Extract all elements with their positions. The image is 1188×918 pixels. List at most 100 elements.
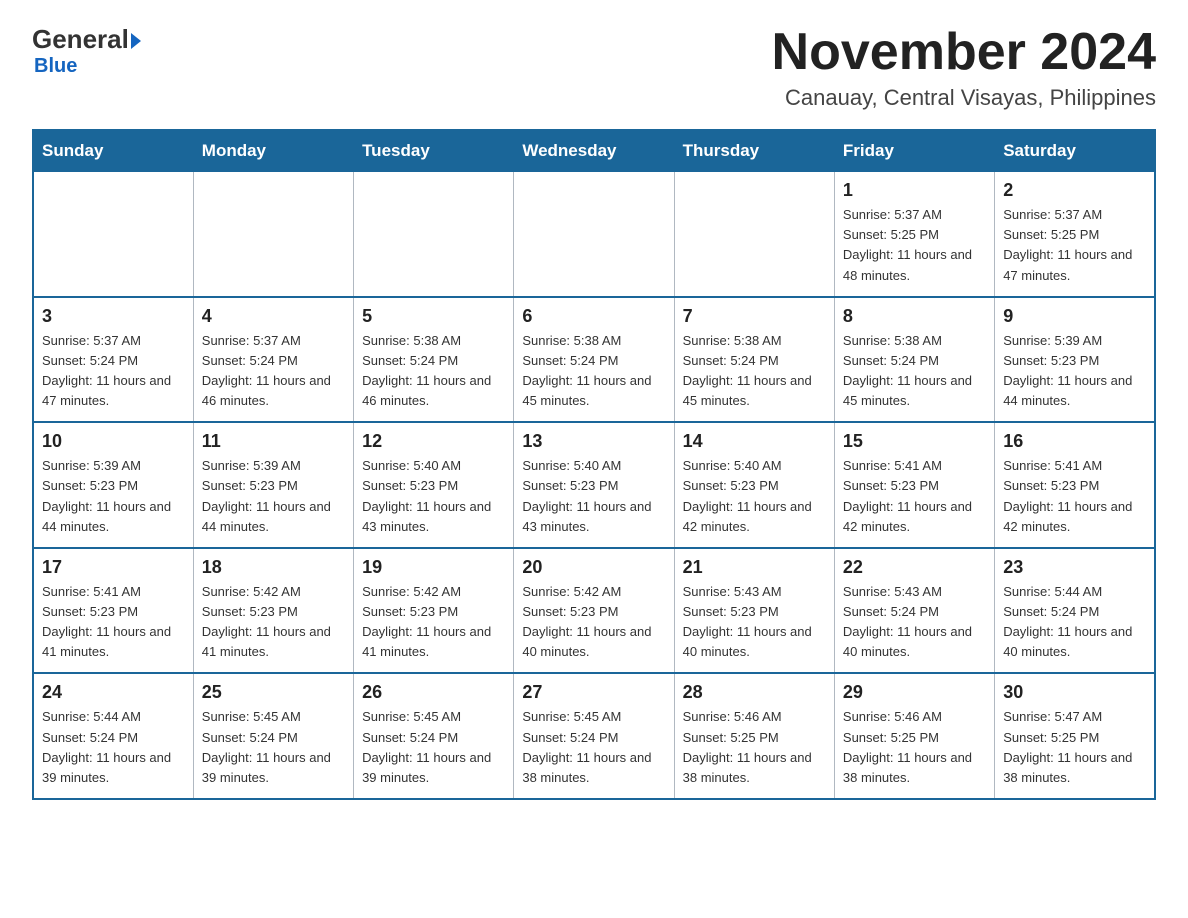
calendar-cell [354, 172, 514, 297]
weekday-header-sunday: Sunday [33, 130, 193, 172]
day-number: 18 [202, 557, 345, 578]
day-number: 7 [683, 306, 826, 327]
month-title: November 2024 [772, 24, 1156, 81]
calendar-week-row: 24 Sunrise: 5:44 AMSunset: 5:24 PMDaylig… [33, 673, 1155, 799]
day-number: 2 [1003, 180, 1146, 201]
calendar-cell: 23 Sunrise: 5:44 AMSunset: 5:24 PMDaylig… [995, 548, 1155, 674]
day-info: Sunrise: 5:39 AMSunset: 5:23 PMDaylight:… [42, 458, 171, 533]
day-number: 14 [683, 431, 826, 452]
calendar-cell: 16 Sunrise: 5:41 AMSunset: 5:23 PMDaylig… [995, 422, 1155, 548]
weekday-header-saturday: Saturday [995, 130, 1155, 172]
day-number: 22 [843, 557, 986, 578]
day-info: Sunrise: 5:46 AMSunset: 5:25 PMDaylight:… [683, 709, 812, 784]
day-number: 8 [843, 306, 986, 327]
day-info: Sunrise: 5:43 AMSunset: 5:23 PMDaylight:… [683, 584, 812, 659]
day-number: 13 [522, 431, 665, 452]
calendar-cell: 8 Sunrise: 5:38 AMSunset: 5:24 PMDayligh… [834, 297, 994, 423]
calendar-cell: 7 Sunrise: 5:38 AMSunset: 5:24 PMDayligh… [674, 297, 834, 423]
day-number: 4 [202, 306, 345, 327]
day-number: 19 [362, 557, 505, 578]
day-number: 17 [42, 557, 185, 578]
day-info: Sunrise: 5:41 AMSunset: 5:23 PMDaylight:… [1003, 458, 1132, 533]
calendar-week-row: 10 Sunrise: 5:39 AMSunset: 5:23 PMDaylig… [33, 422, 1155, 548]
day-info: Sunrise: 5:37 AMSunset: 5:24 PMDaylight:… [42, 333, 171, 408]
day-number: 28 [683, 682, 826, 703]
day-number: 5 [362, 306, 505, 327]
day-info: Sunrise: 5:38 AMSunset: 5:24 PMDaylight:… [362, 333, 491, 408]
calendar-cell: 18 Sunrise: 5:42 AMSunset: 5:23 PMDaylig… [193, 548, 353, 674]
day-info: Sunrise: 5:43 AMSunset: 5:24 PMDaylight:… [843, 584, 972, 659]
calendar-table: SundayMondayTuesdayWednesdayThursdayFrid… [32, 129, 1156, 800]
calendar-cell: 13 Sunrise: 5:40 AMSunset: 5:23 PMDaylig… [514, 422, 674, 548]
logo-arrow-icon [131, 33, 141, 49]
day-info: Sunrise: 5:37 AMSunset: 5:24 PMDaylight:… [202, 333, 331, 408]
day-number: 10 [42, 431, 185, 452]
calendar-cell: 30 Sunrise: 5:47 AMSunset: 5:25 PMDaylig… [995, 673, 1155, 799]
calendar-cell: 12 Sunrise: 5:40 AMSunset: 5:23 PMDaylig… [354, 422, 514, 548]
calendar-cell: 2 Sunrise: 5:37 AMSunset: 5:25 PMDayligh… [995, 172, 1155, 297]
logo[interactable]: General Blue [32, 24, 141, 78]
weekday-header-monday: Monday [193, 130, 353, 172]
day-number: 15 [843, 431, 986, 452]
calendar-cell [193, 172, 353, 297]
page-header: General Blue November 2024 Canauay, Cent… [32, 24, 1156, 111]
calendar-cell: 17 Sunrise: 5:41 AMSunset: 5:23 PMDaylig… [33, 548, 193, 674]
day-number: 20 [522, 557, 665, 578]
day-info: Sunrise: 5:45 AMSunset: 5:24 PMDaylight:… [522, 709, 651, 784]
calendar-cell: 29 Sunrise: 5:46 AMSunset: 5:25 PMDaylig… [834, 673, 994, 799]
day-info: Sunrise: 5:44 AMSunset: 5:24 PMDaylight:… [42, 709, 171, 784]
day-number: 9 [1003, 306, 1146, 327]
day-info: Sunrise: 5:37 AMSunset: 5:25 PMDaylight:… [1003, 207, 1132, 282]
day-number: 30 [1003, 682, 1146, 703]
day-info: Sunrise: 5:42 AMSunset: 5:23 PMDaylight:… [202, 584, 331, 659]
day-info: Sunrise: 5:37 AMSunset: 5:25 PMDaylight:… [843, 207, 972, 282]
day-info: Sunrise: 5:39 AMSunset: 5:23 PMDaylight:… [202, 458, 331, 533]
day-info: Sunrise: 5:38 AMSunset: 5:24 PMDaylight:… [683, 333, 812, 408]
calendar-header-row: SundayMondayTuesdayWednesdayThursdayFrid… [33, 130, 1155, 172]
calendar-cell: 3 Sunrise: 5:37 AMSunset: 5:24 PMDayligh… [33, 297, 193, 423]
day-info: Sunrise: 5:41 AMSunset: 5:23 PMDaylight:… [843, 458, 972, 533]
day-number: 21 [683, 557, 826, 578]
calendar-cell: 19 Sunrise: 5:42 AMSunset: 5:23 PMDaylig… [354, 548, 514, 674]
calendar-week-row: 1 Sunrise: 5:37 AMSunset: 5:25 PMDayligh… [33, 172, 1155, 297]
day-info: Sunrise: 5:38 AMSunset: 5:24 PMDaylight:… [843, 333, 972, 408]
day-number: 16 [1003, 431, 1146, 452]
day-info: Sunrise: 5:38 AMSunset: 5:24 PMDaylight:… [522, 333, 651, 408]
calendar-cell: 20 Sunrise: 5:42 AMSunset: 5:23 PMDaylig… [514, 548, 674, 674]
day-number: 27 [522, 682, 665, 703]
calendar-cell [674, 172, 834, 297]
location: Canauay, Central Visayas, Philippines [772, 85, 1156, 111]
day-number: 11 [202, 431, 345, 452]
calendar-cell [514, 172, 674, 297]
calendar-cell: 25 Sunrise: 5:45 AMSunset: 5:24 PMDaylig… [193, 673, 353, 799]
calendar-cell: 27 Sunrise: 5:45 AMSunset: 5:24 PMDaylig… [514, 673, 674, 799]
day-info: Sunrise: 5:39 AMSunset: 5:23 PMDaylight:… [1003, 333, 1132, 408]
day-info: Sunrise: 5:40 AMSunset: 5:23 PMDaylight:… [362, 458, 491, 533]
calendar-cell: 15 Sunrise: 5:41 AMSunset: 5:23 PMDaylig… [834, 422, 994, 548]
day-info: Sunrise: 5:44 AMSunset: 5:24 PMDaylight:… [1003, 584, 1132, 659]
calendar-cell: 9 Sunrise: 5:39 AMSunset: 5:23 PMDayligh… [995, 297, 1155, 423]
day-info: Sunrise: 5:42 AMSunset: 5:23 PMDaylight:… [522, 584, 651, 659]
day-number: 26 [362, 682, 505, 703]
calendar-cell: 5 Sunrise: 5:38 AMSunset: 5:24 PMDayligh… [354, 297, 514, 423]
day-info: Sunrise: 5:46 AMSunset: 5:25 PMDaylight:… [843, 709, 972, 784]
day-number: 3 [42, 306, 185, 327]
weekday-header-thursday: Thursday [674, 130, 834, 172]
calendar-cell [33, 172, 193, 297]
calendar-cell: 14 Sunrise: 5:40 AMSunset: 5:23 PMDaylig… [674, 422, 834, 548]
calendar-cell: 22 Sunrise: 5:43 AMSunset: 5:24 PMDaylig… [834, 548, 994, 674]
weekday-header-wednesday: Wednesday [514, 130, 674, 172]
calendar-cell: 11 Sunrise: 5:39 AMSunset: 5:23 PMDaylig… [193, 422, 353, 548]
calendar-week-row: 3 Sunrise: 5:37 AMSunset: 5:24 PMDayligh… [33, 297, 1155, 423]
day-info: Sunrise: 5:41 AMSunset: 5:23 PMDaylight:… [42, 584, 171, 659]
day-number: 25 [202, 682, 345, 703]
calendar-cell: 28 Sunrise: 5:46 AMSunset: 5:25 PMDaylig… [674, 673, 834, 799]
day-number: 1 [843, 180, 986, 201]
day-info: Sunrise: 5:42 AMSunset: 5:23 PMDaylight:… [362, 584, 491, 659]
calendar-cell: 1 Sunrise: 5:37 AMSunset: 5:25 PMDayligh… [834, 172, 994, 297]
day-info: Sunrise: 5:45 AMSunset: 5:24 PMDaylight:… [202, 709, 331, 784]
day-number: 24 [42, 682, 185, 703]
day-info: Sunrise: 5:40 AMSunset: 5:23 PMDaylight:… [522, 458, 651, 533]
day-info: Sunrise: 5:40 AMSunset: 5:23 PMDaylight:… [683, 458, 812, 533]
title-block: November 2024 Canauay, Central Visayas, … [772, 24, 1156, 111]
